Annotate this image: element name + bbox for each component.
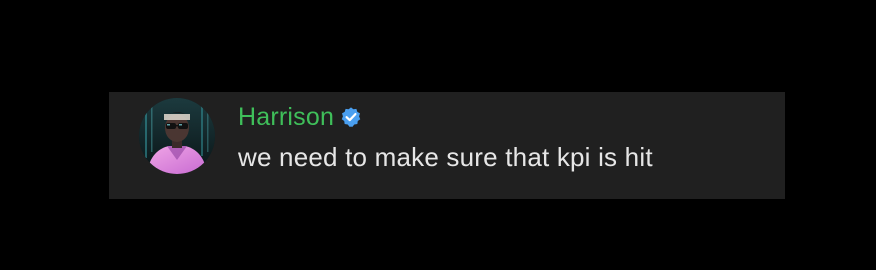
avatar[interactable] (139, 98, 215, 174)
author-row: Harrison (238, 100, 362, 134)
author-name[interactable]: Harrison (238, 100, 334, 134)
message-card: Harrison we need to make sure that kpi i… (109, 92, 785, 199)
avatar-image (139, 98, 215, 174)
message-text: we need to make sure that kpi is hit (238, 142, 653, 172)
verified-badge-icon (340, 106, 362, 128)
